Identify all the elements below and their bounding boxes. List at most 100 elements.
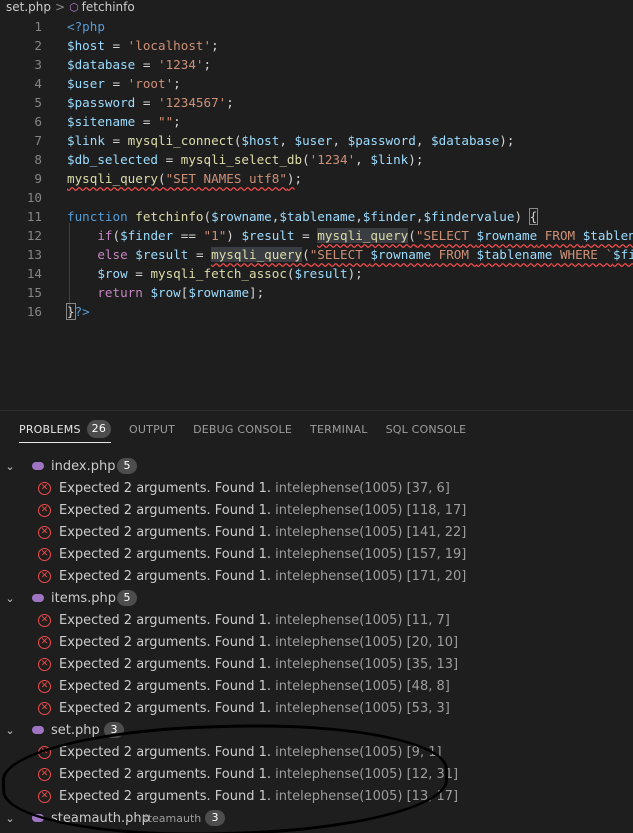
chevron-down-icon[interactable]: ⌄ (4, 460, 16, 473)
problem-message: Expected 2 arguments. Found 1. (59, 678, 272, 694)
code-line[interactable]: <?php (0, 17, 633, 36)
problem-item[interactable]: ✕ Expected 2 arguments. Found 1. inteleph… (0, 631, 633, 653)
problem-message-line: Expected 2 arguments. Found 1. intelephe… (59, 701, 450, 716)
code-line[interactable]: $host = 'localhost'; (0, 36, 633, 55)
breadcrumb-file[interactable]: set.php (0, 0, 51, 14)
problem-message-line: Expected 2 arguments. Found 1. intelephe… (59, 635, 458, 650)
tab-label: SQL CONSOLE (385, 422, 467, 436)
problem-source: intelephense(1005) (275, 546, 403, 562)
problem-group-filename: items.php (51, 590, 117, 606)
code-line[interactable]: $password = '1234567'; (0, 93, 633, 112)
error-icon: ✕ (38, 613, 51, 627)
problem-group-row[interactable]: ⌄ set.php 3 (0, 719, 633, 741)
problem-message-line: Expected 2 arguments. Found 1. intelephe… (59, 789, 458, 804)
error-icon: ✕ (38, 657, 51, 671)
tab-sql-console[interactable]: SQL CONSOLE (377, 411, 476, 447)
problem-item[interactable]: ✕ Expected 2 arguments. Found 1. inteleph… (0, 565, 633, 587)
error-icon: ✕ (38, 745, 51, 759)
problem-item[interactable]: ✕ Expected 2 arguments. Found 1. inteleph… (0, 785, 633, 807)
code-editor[interactable]: 1 2 3 4 5 6 7 8 9 10 11 12 13 14 15 16 <?php $host = 'l… (0, 14, 633, 410)
code-line[interactable]: function fetchinfo($rowname,$tablename,$… (0, 207, 633, 226)
problem-item[interactable]: ✕ Expected 2 arguments. Found 1. inteleph… (0, 741, 633, 763)
problem-message-line: Expected 2 arguments. Found 1. intelephe… (59, 613, 450, 628)
problem-message: Expected 2 arguments. Found 1. (59, 700, 272, 716)
problem-message-line: Expected 2 arguments. Found 1. intelephe… (59, 503, 466, 518)
bottom-panel: PROBLEMS 26 OUTPUT DEBUG CONSOLE TERMINAL SQL… (0, 410, 633, 833)
problem-message: Expected 2 arguments. Found 1. (59, 744, 272, 760)
code-line[interactable]: if($finder == "1") $result = mysqli_quer… (0, 226, 633, 245)
problem-group-row[interactable]: ⌄ index.php 5 (0, 455, 633, 477)
problem-group-filename: set.php (51, 722, 100, 738)
code-line[interactable]: return $row[$rowname]; (0, 283, 633, 302)
problem-group-count-badge: 5 (117, 590, 137, 606)
chevron-down-icon[interactable]: ⌄ (4, 592, 16, 605)
problem-item[interactable]: ✕ Expected 2 arguments. Found 1. inteleph… (0, 609, 633, 631)
problems-count-badge: 26 (86, 420, 112, 438)
problem-source: intelephense(1005) (275, 678, 403, 694)
problem-message-line: Expected 2 arguments. Found 1. intelephe… (59, 679, 450, 694)
problem-item[interactable]: ✕ Expected 2 arguments. Found 1. inteleph… (0, 477, 633, 499)
problem-message: Expected 2 arguments. Found 1. (59, 656, 272, 672)
problem-group-row[interactable]: ⌄ steamauth.php steamauth 3 (0, 807, 633, 829)
code-line[interactable]: $sitename = ""; (0, 112, 633, 131)
tab-terminal[interactable]: TERMINAL (301, 411, 377, 447)
code-line[interactable]: mysqli_query("SET NAMES utf8"); (0, 169, 633, 188)
tab-output[interactable]: OUTPUT (120, 411, 184, 447)
problem-position: [20, 10] (406, 634, 459, 650)
problem-group-row[interactable]: ⌄ items.php 5 (0, 587, 633, 609)
tab-problems[interactable]: PROBLEMS 26 (0, 411, 120, 447)
problem-position: [171, 20] (406, 568, 467, 584)
error-icon: ✕ (38, 635, 51, 649)
problem-message-line: Expected 2 arguments. Found 1. intelephe… (59, 767, 458, 782)
problem-group-count-badge: 3 (205, 810, 225, 826)
problem-position: [35, 13] (406, 656, 459, 672)
problem-source: intelephense(1005) (275, 634, 403, 650)
chevron-down-icon[interactable]: ⌄ (4, 812, 16, 825)
problem-item[interactable]: ✕ Expected 2 arguments. Found 1. inteleph… (0, 675, 633, 697)
breadcrumb-symbol[interactable]: fetchinfo (82, 0, 135, 14)
method-cube-icon: ⬡ (69, 0, 79, 14)
problem-item[interactable]: ✕ Expected 2 arguments. Found 1. inteleph… (0, 653, 633, 675)
tab-label: OUTPUT (129, 422, 176, 436)
code-line[interactable]: $user = 'root'; (0, 74, 633, 93)
error-icon: ✕ (38, 547, 51, 561)
problem-message: Expected 2 arguments. Found 1. (59, 524, 272, 540)
code-line[interactable]: $row = mysqli_fetch_assoc($result); (0, 264, 633, 283)
chevron-down-icon[interactable]: ⌄ (4, 724, 16, 737)
code-line[interactable]: $db_selected = mysqli_select_db('1234', … (0, 150, 633, 169)
php-elephant-icon (32, 814, 44, 822)
problem-item[interactable]: ✕ Expected 2 arguments. Found 1. inteleph… (0, 521, 633, 543)
problem-item[interactable]: ✕ Expected 2 arguments. Found 1. inteleph… (0, 697, 633, 719)
problem-position: [13, 17] (406, 788, 459, 804)
problem-source: intelephense(1005) (275, 700, 403, 716)
problem-position: [12, 31] (406, 766, 459, 782)
problem-item[interactable]: ✕ Expected 2 arguments. Found 1. inteleph… (0, 763, 633, 785)
problem-group-filename: index.php (51, 458, 116, 474)
problem-group-filename: steamauth.php (51, 810, 150, 826)
problem-position: [157, 19] (406, 546, 467, 562)
chevron-right-icon: > (55, 0, 66, 14)
problem-message: Expected 2 arguments. Found 1. (59, 480, 272, 496)
problem-message-line: Expected 2 arguments. Found 1. intelephe… (59, 481, 450, 496)
error-icon: ✕ (38, 701, 51, 715)
problem-source: intelephense(1005) (275, 524, 403, 540)
panel-tabs: PROBLEMS 26 OUTPUT DEBUG CONSOLE TERMINAL SQL… (0, 411, 633, 447)
problem-message: Expected 2 arguments. Found 1. (59, 502, 272, 518)
problem-message-line: Expected 2 arguments. Found 1. intelephe… (59, 547, 466, 562)
problem-message-line: Expected 2 arguments. Found 1. intelephe… (59, 525, 466, 540)
error-icon: ✕ (38, 525, 51, 539)
code-line[interactable]: }?> (0, 302, 633, 321)
error-icon: ✕ (38, 789, 51, 803)
code-line[interactable]: else $result = mysqli_query("SELECT $row… (0, 245, 633, 264)
problem-item[interactable]: ✕ Expected 2 arguments. Found 1. inteleph… (0, 499, 633, 521)
code-line[interactable]: $link = mysqli_connect($host, $user, $pa… (0, 131, 633, 150)
code-line[interactable]: $database = '1234'; (0, 55, 633, 74)
problem-item[interactable]: ✕ Expected 2 arguments. Found 1. inteleph… (0, 543, 633, 565)
code-line[interactable] (0, 188, 633, 207)
problem-group-count-badge: 5 (117, 458, 137, 474)
tab-debug-console[interactable]: DEBUG CONSOLE (184, 411, 301, 447)
problem-message: Expected 2 arguments. Found 1. (59, 634, 272, 650)
problem-message: Expected 2 arguments. Found 1. (59, 788, 272, 804)
problem-group-count-badge: 3 (104, 722, 124, 738)
problem-message-line: Expected 2 arguments. Found 1. intelephe… (59, 569, 466, 584)
